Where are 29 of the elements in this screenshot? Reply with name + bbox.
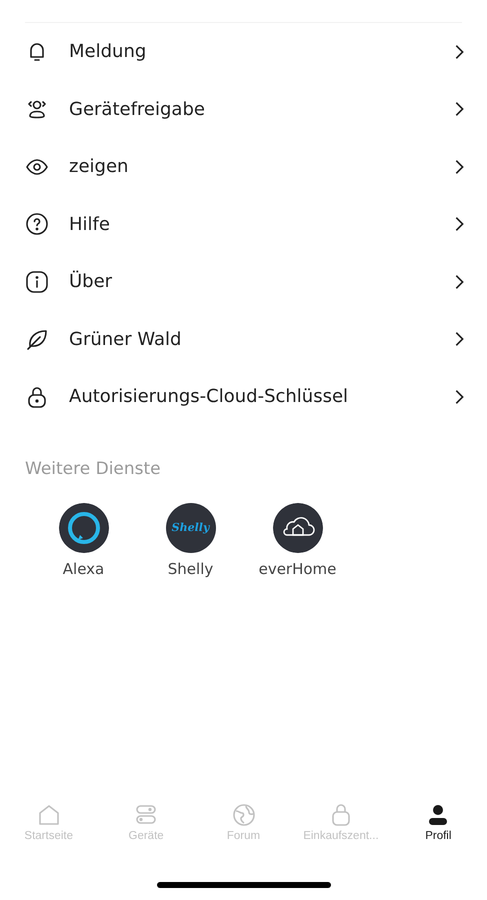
chevron-right-icon (453, 388, 465, 406)
service-label: Shelly (168, 560, 214, 578)
menu-item[interactable]: Grüner Wald (0, 310, 487, 368)
leaf-icon (25, 327, 49, 352)
menu-item[interactable]: Autorisierungs-Cloud-Schlüssel (0, 368, 487, 426)
chevron-right-icon (453, 215, 465, 234)
chevron-right-icon (453, 330, 465, 348)
cloud-house-icon[interactable] (272, 502, 322, 552)
chevron-right-icon (453, 100, 465, 118)
section-title: Weitere Dienste (25, 458, 162, 478)
menu-item[interactable]: Hilfe (0, 196, 487, 253)
home-icon (36, 803, 61, 827)
chevron-right-icon (453, 42, 465, 61)
service-logo[interactable]: Shelly (166, 502, 216, 552)
tab[interactable]: Profil (390, 803, 487, 842)
lock-icon (25, 384, 49, 409)
menu-item[interactable]: zeigen (0, 138, 487, 196)
service-label: everHome (258, 560, 336, 578)
globe-icon (232, 803, 256, 827)
help-icon (25, 212, 49, 236)
ring-logo-icon[interactable] (58, 502, 108, 552)
menu-item[interactable]: Gerätefreigabe (0, 80, 487, 138)
info-icon (25, 270, 49, 294)
menu-item[interactable]: Meldung (0, 23, 487, 80)
service-label: Alexa (62, 560, 104, 578)
toggle-stack-icon (134, 803, 158, 827)
menu-item[interactable]: Über (0, 253, 487, 310)
chevron-right-icon (453, 272, 465, 291)
chevron-right-icon (453, 158, 465, 176)
